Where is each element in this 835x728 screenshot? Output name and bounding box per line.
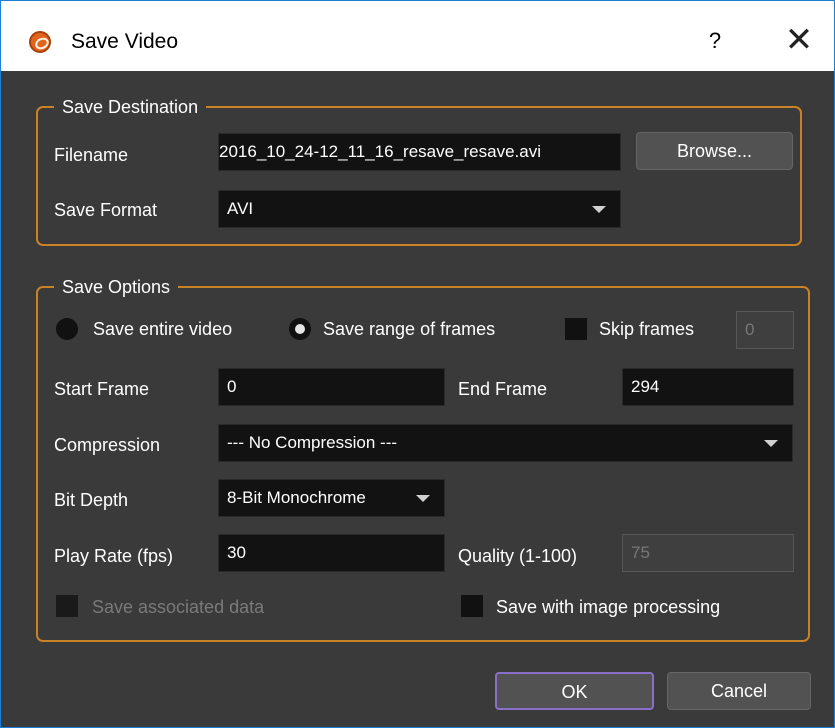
skip-frames-label[interactable]: Skip frames (599, 317, 694, 341)
title-bar: Save Video ? ✕ (1, 1, 834, 71)
save-entire-video-radio[interactable] (56, 318, 78, 340)
quality-input[interactable]: 75 (622, 534, 794, 572)
save-image-processing-checkbox[interactable] (461, 595, 483, 617)
save-associated-data-label: Save associated data (92, 597, 265, 617)
ok-button[interactable]: OK (495, 672, 654, 710)
bit-depth-value: 8-Bit Monochrome (227, 488, 366, 507)
save-format-select[interactable]: AVI (218, 190, 621, 228)
save-image-processing-label[interactable]: Save with image processing (496, 595, 720, 619)
app-logo-icon (29, 31, 51, 53)
cancel-button[interactable]: Cancel (667, 672, 811, 710)
skip-frames-checkbox[interactable] (565, 318, 587, 340)
browse-button[interactable]: Browse... (636, 132, 793, 170)
compression-value: --- No Compression --- (227, 433, 398, 452)
save-range-label[interactable]: Save range of frames (323, 317, 495, 341)
chevron-down-icon (592, 206, 606, 213)
help-button[interactable]: ? (701, 25, 729, 57)
play-rate-label: Play Rate (fps) (54, 546, 174, 566)
end-frame-input[interactable]: 294 (622, 368, 794, 406)
filename-field[interactable]: ‎2016_10_24-12_11_16_resave_resave.avi‎ (218, 133, 621, 171)
save-video-dialog: Save Video ? ✕ Save Destination Filename… (0, 0, 835, 728)
play-rate-input[interactable]: 30 (218, 534, 445, 572)
start-frame-label: Start Frame (54, 379, 150, 399)
chevron-down-icon (764, 440, 778, 447)
compression-select[interactable]: --- No Compression --- (218, 424, 793, 462)
bit-depth-label: Bit Depth (54, 490, 129, 510)
save-options-legend: Save Options (54, 275, 179, 299)
end-frame-label: End Frame (458, 379, 548, 399)
chevron-down-icon (416, 495, 430, 502)
skip-frames-input[interactable]: 0 (736, 311, 794, 349)
bit-depth-select[interactable]: 8-Bit Monochrome (218, 479, 445, 517)
close-button[interactable]: ✕ (779, 23, 819, 59)
filename-label: Filename (54, 145, 129, 165)
quality-label: Quality (1-100) (458, 546, 578, 566)
compression-label: Compression (54, 435, 161, 455)
save-associated-data-checkbox[interactable] (56, 595, 78, 617)
start-frame-input[interactable]: 0 (218, 368, 445, 406)
save-range-radio[interactable] (289, 318, 311, 340)
dialog-title: Save Video (71, 30, 179, 53)
save-destination-legend: Save Destination (54, 95, 207, 119)
save-format-label: Save Format (54, 200, 158, 220)
save-format-value: AVI (227, 199, 254, 218)
save-entire-video-label[interactable]: Save entire video (93, 317, 232, 341)
